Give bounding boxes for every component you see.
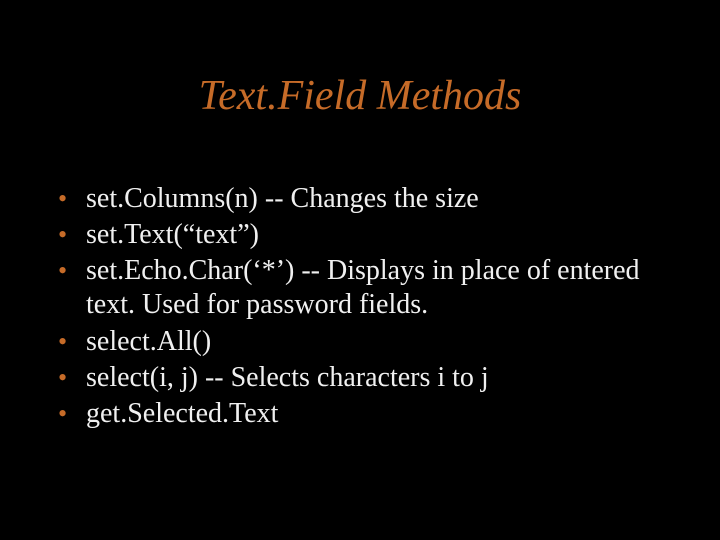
list-item: • set.Echo.Char(‘*’) -- Displays in plac… xyxy=(58,254,680,322)
slide-title: Text.Field Methods xyxy=(0,72,720,120)
list-item: • select.All() xyxy=(58,325,680,359)
slide-body: • set.Columns(n) -- Changes the size • s… xyxy=(58,182,680,433)
bullet-text: set.Columns(n) -- Changes the size xyxy=(86,182,680,216)
bullet-icon: • xyxy=(58,325,86,359)
list-item: • get.Selected.Text xyxy=(58,397,680,431)
slide: Text.Field Methods • set.Columns(n) -- C… xyxy=(0,0,720,540)
bullet-icon: • xyxy=(58,397,86,431)
list-item: • set.Text(“text”) xyxy=(58,218,680,252)
list-item: • set.Columns(n) -- Changes the size xyxy=(58,182,680,216)
bullet-icon: • xyxy=(58,254,86,288)
bullet-text: select.All() xyxy=(86,325,680,359)
bullet-text: get.Selected.Text xyxy=(86,397,680,431)
bullet-text: set.Text(“text”) xyxy=(86,218,680,252)
list-item: • select(i, j) -- Selects characters i t… xyxy=(58,361,680,395)
bullet-icon: • xyxy=(58,218,86,252)
bullet-text: set.Echo.Char(‘*’) -- Displays in place … xyxy=(86,254,680,322)
bullet-text: select(i, j) -- Selects characters i to … xyxy=(86,361,680,395)
bullet-icon: • xyxy=(58,182,86,216)
bullet-icon: • xyxy=(58,361,86,395)
